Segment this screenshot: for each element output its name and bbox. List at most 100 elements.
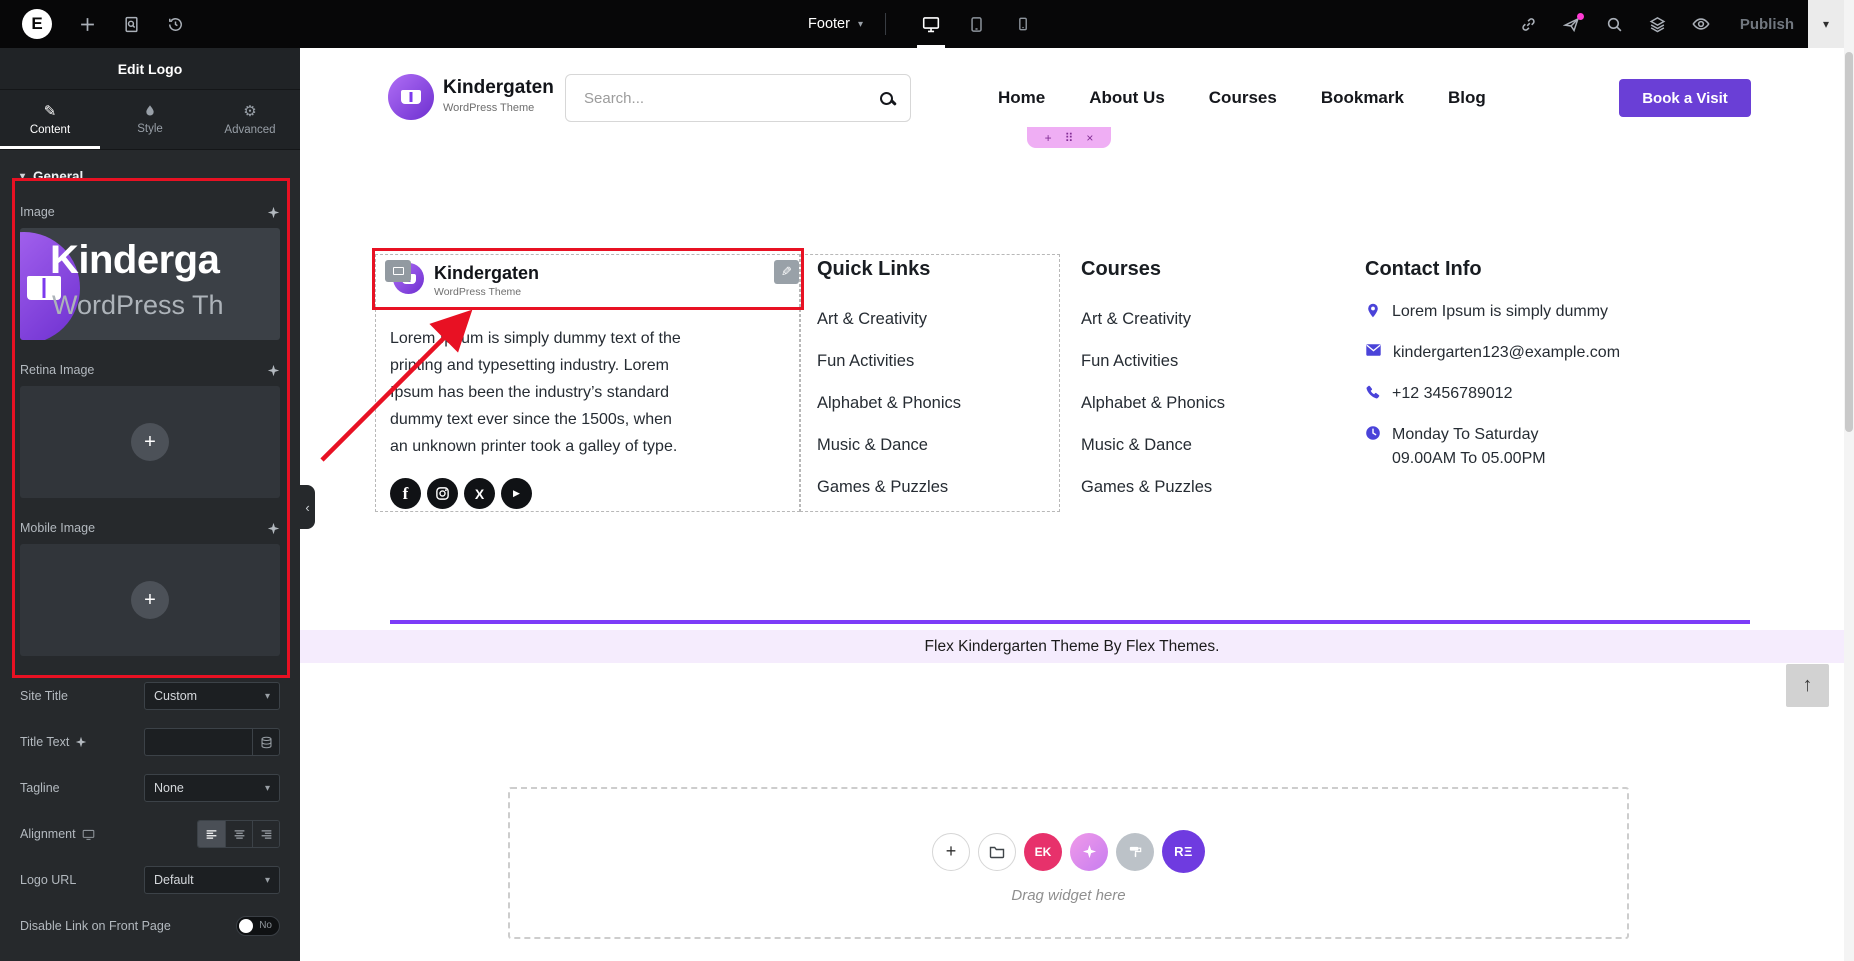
finder-icon[interactable]: [123, 16, 140, 33]
footer-logo-widget[interactable]: Kindergaten WordPress Theme: [393, 263, 539, 298]
footer-logo-title: Kindergaten: [434, 263, 540, 283]
nav-item-blog[interactable]: Blog: [1448, 88, 1486, 108]
footer-link[interactable]: Fun Activities: [817, 352, 961, 370]
about-line: an unknown printer took a galley of type…: [390, 438, 678, 455]
widget-drag-handle[interactable]: [385, 260, 411, 282]
site-logo[interactable]: Kindergaten WordPress Theme: [388, 74, 554, 120]
facebook-icon[interactable]: f: [390, 478, 421, 509]
elementor-menu-button[interactable]: E: [22, 9, 52, 39]
footer-link[interactable]: Alphabet & Phonics: [1081, 394, 1225, 412]
publish-button[interactable]: Publish: [1740, 16, 1794, 33]
responsive-monitor-icon[interactable]: [82, 828, 95, 841]
search-submit-button[interactable]: [862, 75, 910, 121]
nav-item-home[interactable]: Home: [998, 88, 1045, 108]
footer-link[interactable]: Games & Puzzles: [1081, 478, 1225, 496]
template-library-button[interactable]: [978, 832, 1016, 871]
phone-icon: [1365, 384, 1381, 400]
page-scrollbar: [1844, 0, 1854, 961]
add-element-icon[interactable]: [79, 16, 96, 33]
courses-list: Art & Creativity Fun Activities Alphabet…: [1081, 310, 1225, 496]
tab-advanced[interactable]: ⚙ Advanced: [200, 90, 300, 149]
ai-builder-button[interactable]: [1070, 832, 1108, 871]
social-icons: f X ▶: [390, 478, 532, 509]
topbar: E Footer ▾ Publish ▾: [0, 0, 1854, 48]
ai-sparkle-icon[interactable]: [267, 522, 280, 535]
contact-email[interactable]: kindergarten123@example.com: [1393, 341, 1620, 365]
footer-link[interactable]: Alphabet & Phonics: [817, 394, 961, 412]
tab-label: Content: [29, 123, 71, 136]
re-templates-button[interactable]: RΞ: [1162, 830, 1205, 873]
contact-address: Lorem Ipsum is simply dummy: [1392, 303, 1609, 320]
nav-item-about-us[interactable]: About Us: [1089, 88, 1165, 108]
align-right-button[interactable]: [252, 821, 279, 847]
align-center-button[interactable]: [225, 821, 252, 847]
device-desktop-button[interactable]: [908, 0, 954, 48]
footer-link[interactable]: Fun Activities: [1081, 352, 1225, 370]
book-a-visit-button[interactable]: Book a Visit: [1619, 79, 1751, 117]
drag-section-icon[interactable]: ⠿: [1065, 132, 1074, 144]
title-text-label: Title Text: [20, 735, 70, 749]
edit-widget-button[interactable]: ✎: [774, 260, 799, 284]
footer-link[interactable]: Art & Creativity: [817, 310, 961, 328]
document-switcher[interactable]: Footer ▾: [808, 16, 863, 32]
about-line: dummy text ever since the 1500s, when: [390, 411, 672, 428]
addon-library-button[interactable]: [1116, 832, 1154, 871]
site-title-select[interactable]: Custom ▾: [144, 682, 280, 710]
kit-library-button[interactable]: EK: [1024, 832, 1062, 871]
x-twitter-icon[interactable]: X: [464, 478, 495, 509]
add-widget-button[interactable]: +: [932, 832, 970, 871]
add-image-button[interactable]: +: [131, 423, 169, 461]
plus-icon: +: [945, 841, 957, 861]
history-icon[interactable]: [167, 16, 184, 33]
preview-eye-icon[interactable]: [1692, 15, 1710, 33]
structure-icon[interactable]: [1649, 16, 1666, 33]
youtube-icon[interactable]: ▶: [501, 478, 532, 509]
logo-image-preview[interactable]: Kinderga WordPress Th: [20, 228, 280, 340]
add-image-button[interactable]: +: [131, 581, 169, 619]
scrollbar-thumb[interactable]: [1845, 52, 1853, 432]
footer-link[interactable]: Music & Dance: [1081, 436, 1225, 454]
library-buttons: + EK RΞ: [932, 830, 1205, 873]
mobile-image-chooser[interactable]: +: [20, 544, 280, 656]
nav-item-courses[interactable]: Courses: [1209, 88, 1277, 108]
nav-item-bookmark[interactable]: Bookmark: [1321, 88, 1404, 108]
add-section-icon[interactable]: +: [1045, 132, 1052, 144]
ai-copilot-icon[interactable]: [1562, 12, 1584, 33]
site-title-text: Kindergaten: [443, 77, 554, 98]
tagline-select[interactable]: None ▾: [144, 774, 280, 802]
contact-email-row: kindergarten123@example.com: [1365, 341, 1620, 365]
disable-link-toggle[interactable]: No: [236, 916, 280, 936]
delete-section-icon[interactable]: ×: [1086, 132, 1093, 144]
device-mobile-button[interactable]: [1000, 0, 1046, 48]
chevron-down-icon: ▾: [1822, 17, 1830, 31]
logo-url-select[interactable]: Default ▾: [144, 866, 280, 894]
search-icon[interactable]: [1606, 16, 1623, 33]
panel-tabs: ✎ Content Style ⚙ Advanced: [0, 90, 300, 150]
footer-link[interactable]: Art & Creativity: [1081, 310, 1225, 328]
align-left-button[interactable]: [198, 821, 225, 847]
ai-sparkle-icon[interactable]: [267, 206, 280, 219]
facebook-glyph: f: [402, 483, 409, 503]
instagram-icon[interactable]: [427, 478, 458, 509]
device-tablet-button[interactable]: [954, 0, 1000, 48]
tab-content[interactable]: ✎ Content: [0, 90, 100, 149]
ai-sparkle-icon[interactable]: [75, 736, 87, 748]
contact-phone[interactable]: +12 3456789012: [1392, 382, 1513, 406]
widget-drop-area[interactable]: + EK RΞ Drag widget here: [508, 787, 1629, 939]
panel-collapse-button[interactable]: ‹: [300, 485, 315, 529]
copy-link-icon[interactable]: [1520, 16, 1537, 33]
drop-hint-text: Drag widget here: [1011, 887, 1126, 904]
search-input[interactable]: [566, 89, 862, 107]
section-general[interactable]: ▾ General: [20, 168, 280, 184]
tab-style[interactable]: Style: [100, 90, 200, 149]
footer-link[interactable]: Games & Puzzles: [817, 478, 961, 496]
editor-panel: Edit Logo ✎ Content Style ⚙ Advanced ▾ G…: [0, 48, 300, 961]
toggle-state-label: No: [259, 920, 272, 931]
retina-image-chooser[interactable]: +: [20, 386, 280, 498]
title-text-input[interactable]: [144, 728, 252, 756]
dynamic-tags-icon[interactable]: [252, 728, 280, 756]
footer-link[interactable]: Music & Dance: [817, 436, 961, 454]
save-options-button[interactable]: ▾: [1808, 0, 1844, 48]
scroll-to-top-button[interactable]: ↑: [1786, 664, 1829, 707]
ai-sparkle-icon[interactable]: [267, 364, 280, 377]
